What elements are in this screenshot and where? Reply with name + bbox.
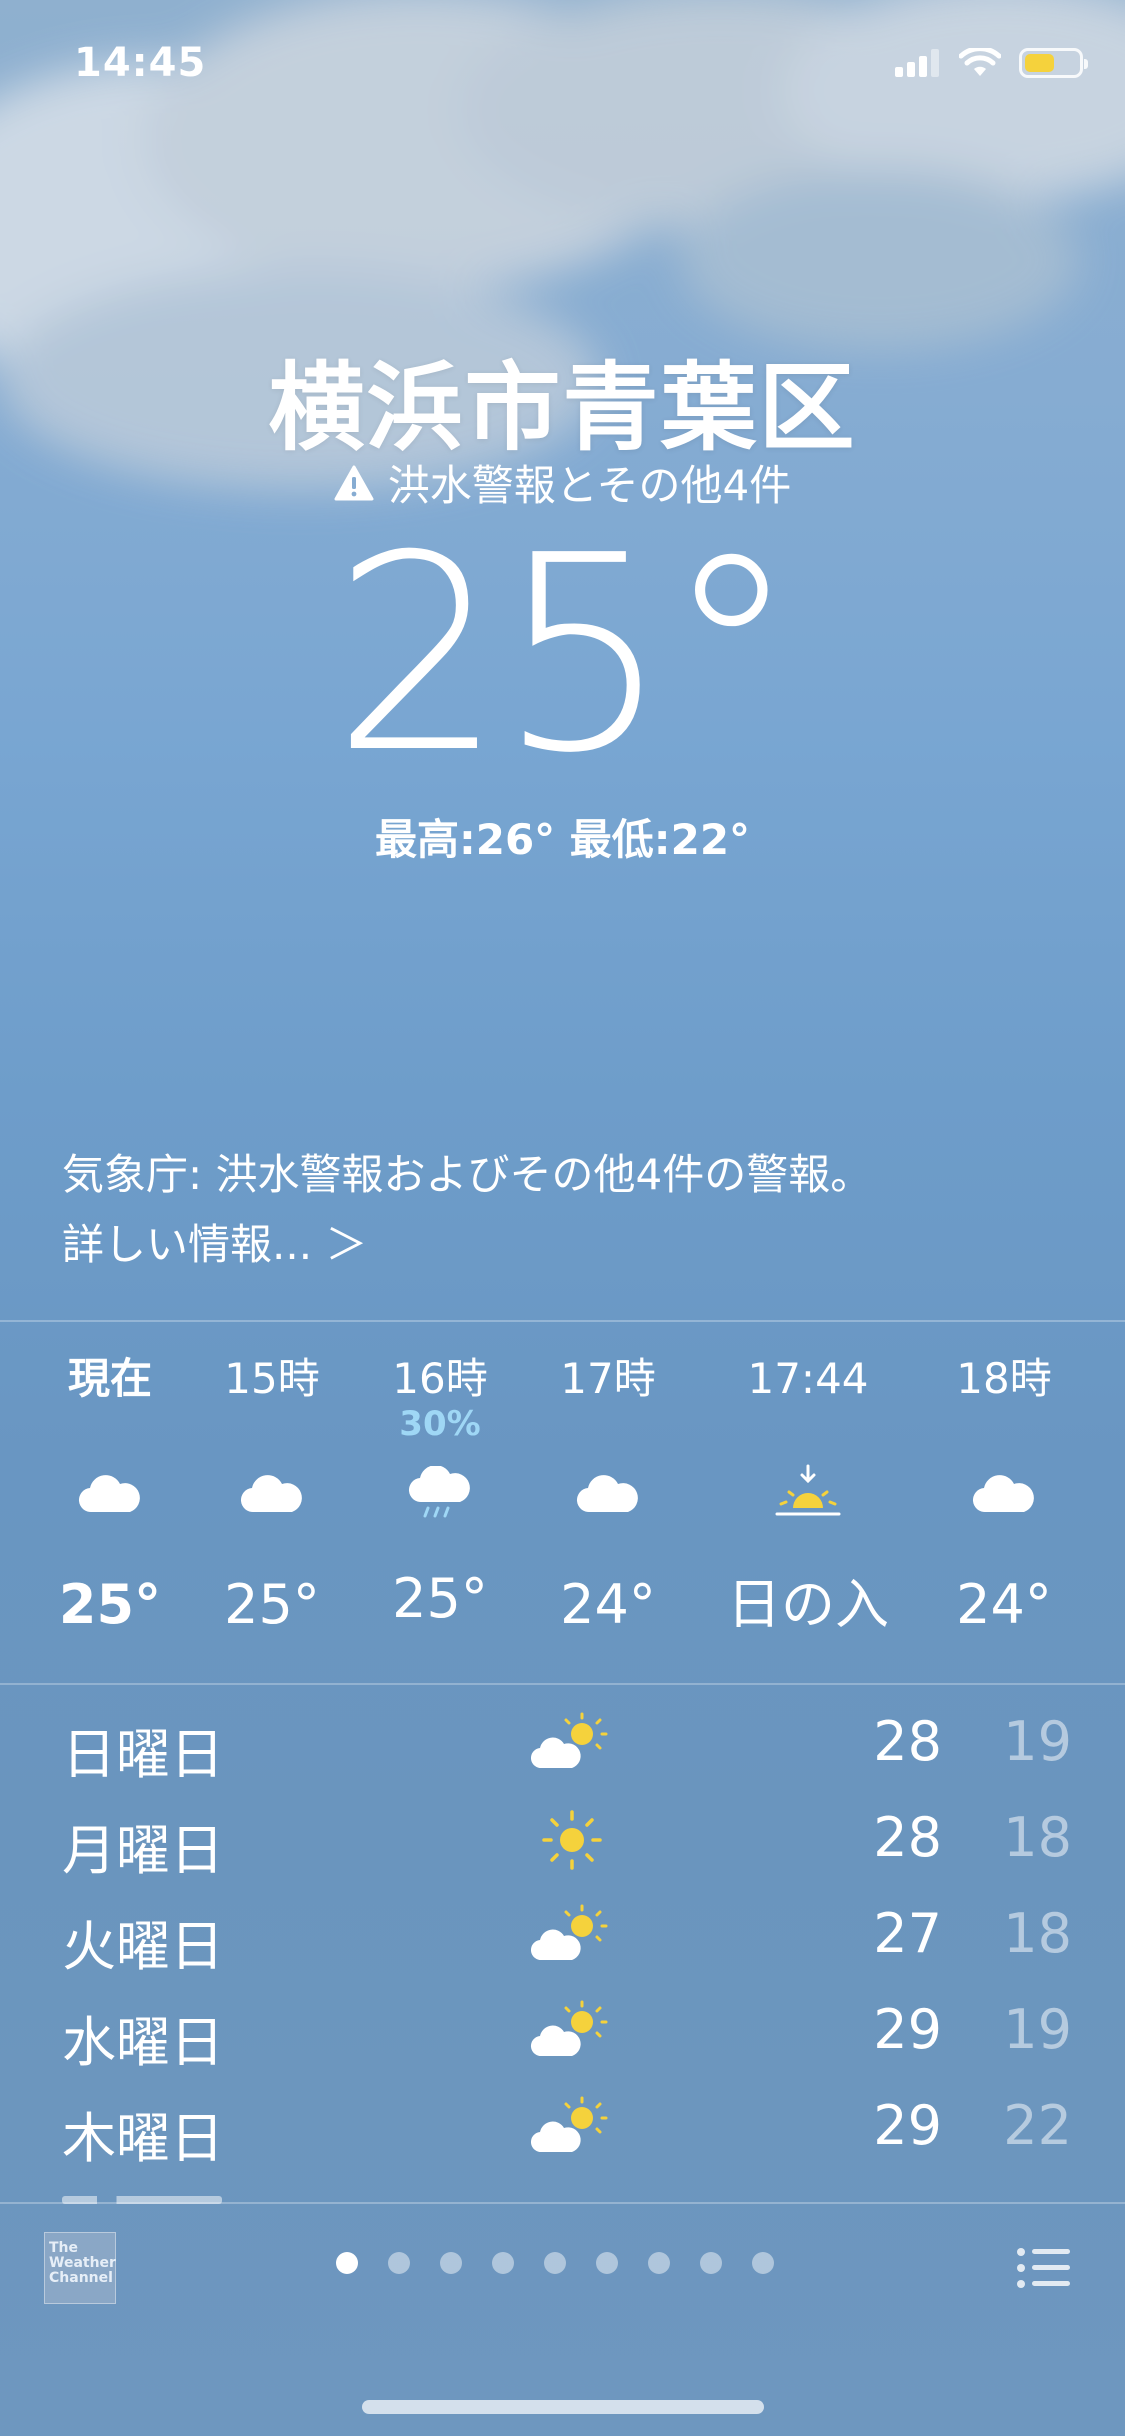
battery-level: [1025, 54, 1054, 72]
day-high: 28: [873, 1710, 942, 1773]
hour-temp: 24°: [956, 1573, 1052, 1636]
day-high: 29: [873, 1998, 942, 2061]
hour-label: 17時: [560, 1354, 656, 1403]
daily-row: 日曜日 28 19: [62, 1698, 1072, 1794]
hour-label: 16時: [392, 1354, 488, 1403]
partly-sunny-icon: [530, 2096, 608, 2153]
hour-temp: 25°: [224, 1573, 320, 1636]
hour-label: 17:44: [747, 1354, 869, 1403]
cloud-icon: [972, 1475, 1034, 1513]
page-dot[interactable]: [544, 2252, 566, 2274]
sunset-icon: [775, 1464, 841, 1516]
divider: [0, 1683, 1125, 1685]
precip-chance: 30%: [399, 1404, 481, 1444]
hour-temp: 24°: [560, 1573, 656, 1636]
precip-chance: [20, 1408, 200, 1452]
status-time: 14:45: [74, 40, 207, 86]
page-dot[interactable]: [336, 2252, 358, 2274]
daily-row: 月曜日 28 18: [62, 1794, 1072, 1890]
weather-channel-logo[interactable]: The Weather Channel: [44, 2232, 116, 2304]
cloud-icon: [576, 1475, 638, 1513]
alert-summary[interactable]: 気象庁: 洪水警報およびその他4件の警報。 詳しい情報... ＞: [62, 1140, 1062, 1280]
hour-temp: 日の入: [727, 1573, 889, 1636]
day-name: 月曜日: [62, 1819, 224, 1882]
current-temperature: 25°: [332, 497, 799, 812]
day-low: 19: [1003, 1998, 1072, 2061]
hour-label: 18時: [956, 1354, 1052, 1403]
list-icon[interactable]: [1016, 2246, 1072, 2290]
daily-row: 火曜日 27 18: [62, 1890, 1072, 1986]
partly-sunny-icon: [530, 1712, 608, 1769]
page-dot[interactable]: [596, 2252, 618, 2274]
hour-temp: 25°: [58, 1573, 162, 1636]
divider: [0, 1320, 1125, 1322]
hourly-item: 17時 24°: [518, 1350, 698, 1640]
divider: [0, 2202, 1125, 2204]
hourly-item: 18時 24°: [914, 1350, 1094, 1640]
summary-text: 気象庁: 洪水警報およびその他4件の警報。: [62, 1150, 873, 1199]
partly-sunny-icon: [530, 1904, 608, 1961]
day-low: 18: [1003, 1902, 1072, 1965]
day-high: 28: [873, 1806, 942, 1869]
sun-icon: [542, 1810, 602, 1870]
cloud-icon: [78, 1475, 140, 1513]
daily-row: 木曜日 29 22: [62, 2082, 1072, 2178]
hour-label: 現在: [67, 1354, 152, 1403]
page-dot[interactable]: [440, 2252, 462, 2274]
page-indicator[interactable]: [336, 2252, 774, 2274]
precip-chance: [914, 1408, 1094, 1452]
daily-row: 水曜日 29 19: [62, 1986, 1072, 2082]
page-dot[interactable]: [752, 2252, 774, 2274]
day-low: 19: [1003, 1710, 1072, 1773]
cloud-rain-icon: [409, 1466, 470, 1518]
day-name: 水曜日: [62, 2011, 224, 2074]
location-name[interactable]: 横浜市青葉区: [0, 330, 1125, 469]
page-dot[interactable]: [388, 2252, 410, 2274]
day-high: 27: [873, 1902, 942, 1965]
warning-triangle-icon: [334, 465, 374, 500]
wifi-icon: [959, 48, 1001, 76]
status-icons: [895, 48, 1088, 78]
day-high: 29: [873, 2094, 942, 2157]
battery-icon: [1019, 48, 1088, 78]
cellular-signal-icon: [895, 49, 939, 77]
cloud-icon: [240, 1475, 302, 1513]
day-name: 火曜日: [62, 1915, 224, 1978]
day-name: 木曜日: [62, 2107, 224, 2170]
day-low: 18: [1003, 1806, 1072, 1869]
hourly-item: 現在 25°: [20, 1350, 200, 1640]
precip-chance: [182, 1408, 362, 1452]
more-info-link[interactable]: 詳しい情報... ＞: [62, 1210, 1062, 1280]
page-dot[interactable]: [492, 2252, 514, 2274]
hourly-item: 17:44 日の入: [696, 1350, 920, 1640]
partly-sunny-icon: [530, 2000, 608, 2057]
precip-chance: [696, 1408, 920, 1452]
page-dot[interactable]: [648, 2252, 670, 2274]
day-low: 22: [1003, 2094, 1072, 2157]
high-low-temperature: 最高:26° 最低:22°: [374, 815, 751, 864]
hour-label: 15時: [224, 1354, 320, 1403]
hour-temp: 25°: [392, 1567, 488, 1630]
day-name: 日曜日: [62, 1723, 224, 1786]
page-dot[interactable]: [700, 2252, 722, 2274]
precip-chance: [518, 1408, 698, 1452]
hourly-item: 15時 25°: [182, 1350, 362, 1640]
home-indicator[interactable]: [362, 2400, 764, 2414]
hourly-item: 16時 30% 25°: [350, 1350, 530, 1634]
